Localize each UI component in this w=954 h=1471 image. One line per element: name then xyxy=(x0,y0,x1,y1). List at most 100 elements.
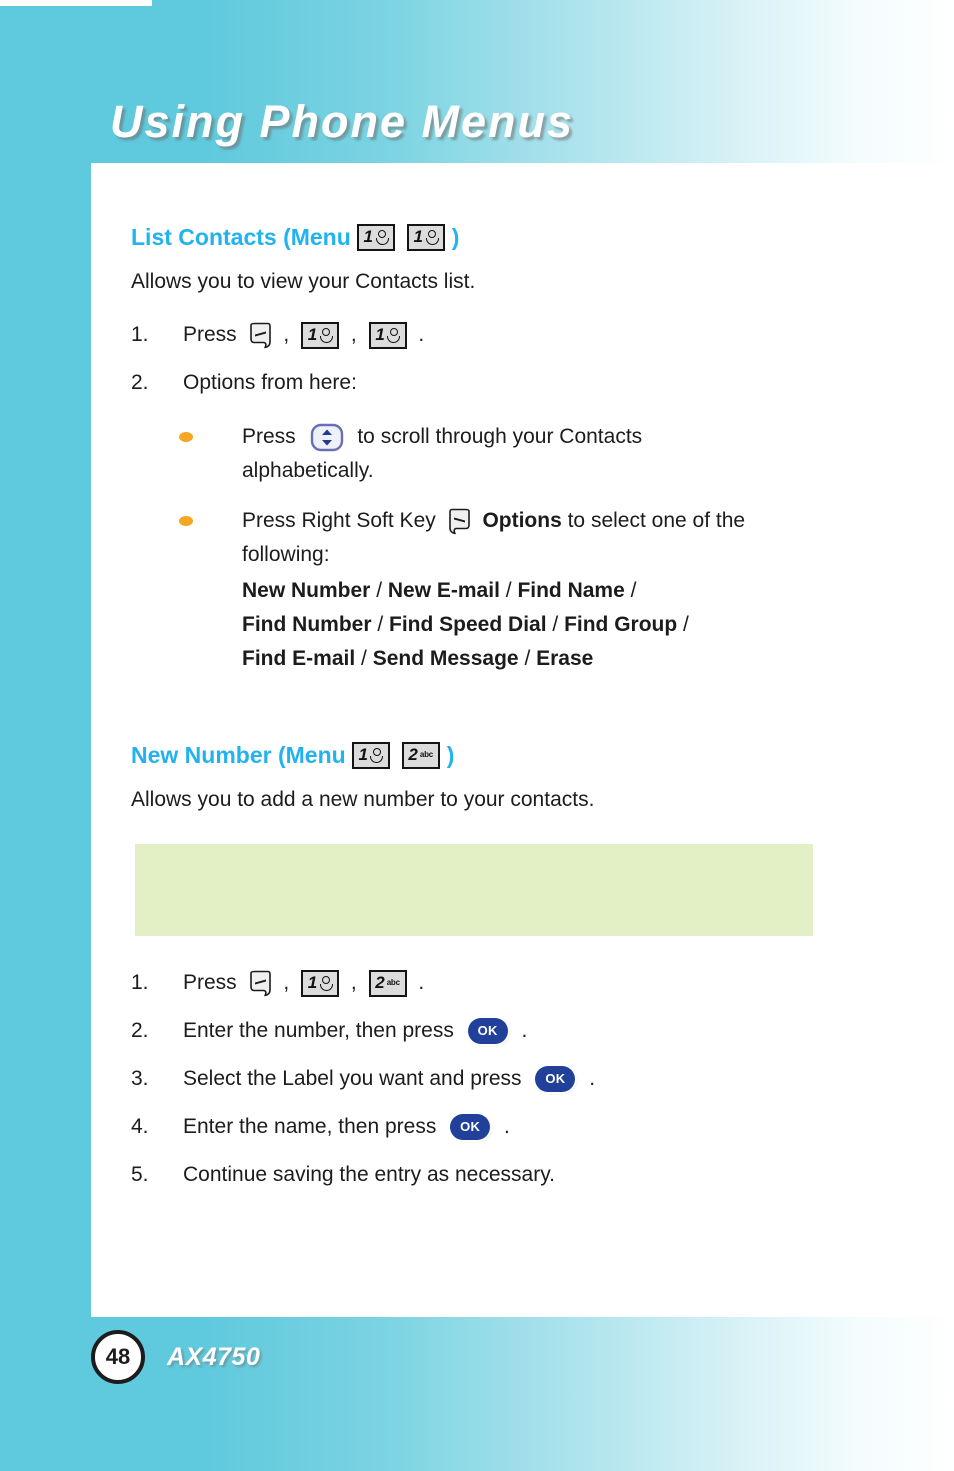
menu-option: New Number xyxy=(242,579,371,602)
numbered-step-list: 1. Press , 1 , 1 . 2. Options from here: xyxy=(131,318,831,400)
numbered-step: 3. Select the Label you want and press OK… xyxy=(131,1062,831,1096)
menu-option: Find Speed Dial xyxy=(389,613,547,636)
section-heading-close-paren: ) xyxy=(446,742,455,768)
menu-option: Find Group xyxy=(564,613,678,636)
step-number: 1. xyxy=(131,323,149,346)
section-heading-text: New Number (Menu xyxy=(131,742,346,768)
keypad-key-1-icon: 1 xyxy=(351,741,390,769)
numbered-step-list: 1. Press , 1 , 2 abc . 2. Enter the number, … xyxy=(131,966,831,1192)
bullet-line: Press to scroll through your Contacts xyxy=(242,420,642,454)
voicemail-glyph-icon xyxy=(387,327,401,343)
keypad-key-1-icon: 1 xyxy=(301,969,340,997)
body-text: Enter the name, then press xyxy=(183,1115,443,1138)
section-heading-close-paren: ) xyxy=(451,224,460,250)
menu-option: New E-mail xyxy=(387,579,500,602)
body-text: Continue saving the entry as necessary. xyxy=(183,1163,555,1186)
voicemail-glyph-icon xyxy=(319,975,333,991)
menu-option: Erase xyxy=(536,647,594,670)
bullet-list: Press to scroll through your Contacts alp… xyxy=(179,420,831,676)
document-body: List Contacts (Menu 1 1) Allows you to view… xyxy=(131,222,831,1206)
menu-options-line: New Number / New E-mail / Find Name / xyxy=(242,574,745,608)
menu-option-separator: / xyxy=(518,647,537,670)
body-text: , xyxy=(345,323,363,346)
keypad-key-1-icon: 1 xyxy=(301,321,340,349)
keypad-key-1-icon: 1 xyxy=(368,321,407,349)
voicemail-glyph-icon xyxy=(370,747,384,763)
menu-options-list: New Number / New E-mail / Find Name / Fi… xyxy=(242,574,745,676)
step-number: 4. xyxy=(131,1115,149,1138)
step-text: Options from here: xyxy=(183,366,357,400)
body-text: Select the Label you want and press xyxy=(183,1067,528,1090)
body-text: Enter the number, then press xyxy=(183,1019,460,1042)
step-text: Press , 1 , 2 abc . xyxy=(183,966,424,1000)
menu-option-separator: / xyxy=(499,579,518,602)
numbered-step: 5. Continue saving the entry as necessary… xyxy=(131,1158,831,1192)
menu-option: Find Name xyxy=(517,579,625,602)
body-text: . xyxy=(412,971,425,994)
note-callout-box xyxy=(135,844,813,936)
body-text: . xyxy=(515,1019,528,1042)
left-soft-key-icon xyxy=(248,322,273,349)
body-text: , xyxy=(277,323,296,346)
step-text: Select the Label you want and press OK . xyxy=(183,1062,595,1096)
keypad-key-1-icon: 1 xyxy=(356,223,395,251)
menu-options-line: Find Number / Find Speed Dial / Find Gro… xyxy=(242,608,745,642)
chapter-title: Using Phone Menus xyxy=(110,96,575,147)
menu-option: Find Number xyxy=(242,613,372,636)
page-footer: 48 AX4750 xyxy=(91,1330,260,1384)
body-text: . xyxy=(412,323,425,346)
body-text: to scroll through your Contacts xyxy=(351,425,643,448)
bullet-continuation-line: alphabetically. xyxy=(242,459,374,482)
bullet-dot-icon xyxy=(179,432,193,442)
section-heading: List Contacts (Menu 1 1) xyxy=(131,222,831,252)
menu-options-line: Find E-mail / Send Message / Erase xyxy=(242,642,745,676)
step-text: Enter the name, then press OK . xyxy=(183,1110,510,1144)
step-text: Press , 1 , 1 . xyxy=(183,318,424,352)
ok-key-icon: OK xyxy=(467,1018,508,1044)
menu-option-separator: / xyxy=(624,579,637,602)
numbered-step: 1. Press , 1 , 1 . xyxy=(131,318,831,352)
numbered-step: 2. Options from here: xyxy=(131,366,831,400)
step-number: 3. xyxy=(131,1067,149,1090)
menu-option-separator: / xyxy=(355,647,373,670)
step-number: 2. xyxy=(131,371,149,394)
keypad-key-1-icon: 1 xyxy=(406,223,445,251)
manual-section: New Number (Menu 1 2 abc) Allows you to add … xyxy=(131,740,831,1192)
page-number-badge: 48 xyxy=(91,1330,145,1384)
numbered-step: 1. Press , 1 , 2 abc . xyxy=(131,966,831,1000)
body-text: Press xyxy=(183,971,243,994)
body-text: . xyxy=(498,1115,510,1138)
bullet-dot-icon xyxy=(179,516,193,526)
body-text: Press xyxy=(183,323,243,346)
section-heading-text: List Contacts (Menu xyxy=(131,224,351,250)
body-text: Options from here: xyxy=(183,371,357,394)
numbered-step: 4. Enter the name, then press OK . xyxy=(131,1110,831,1144)
left-soft-key-icon xyxy=(248,970,273,997)
voicemail-glyph-icon xyxy=(425,229,439,245)
body-text: to select one of the xyxy=(561,509,746,532)
section-intro-text: Allows you to view your Contacts list. xyxy=(131,270,476,293)
step-number: 1. xyxy=(131,971,149,994)
menu-option-separator: / xyxy=(546,613,565,636)
manual-section: List Contacts (Menu 1 1) Allows you to view… xyxy=(131,222,831,676)
bullet-continuation-line: following: xyxy=(242,543,330,566)
menu-option: Find E-mail xyxy=(242,647,356,670)
section-intro-text: Allows you to add a new number to your c… xyxy=(131,788,595,811)
body-text: Press Right Soft Key xyxy=(242,509,442,532)
model-name: AX4750 xyxy=(167,1342,261,1371)
emphasis-text: Options xyxy=(482,509,562,532)
menu-option: Send Message xyxy=(372,647,519,670)
bullet-item: Press Right Soft Key Options to select o… xyxy=(179,504,831,676)
step-number: 2. xyxy=(131,1019,149,1042)
navigation-up-down-key-icon xyxy=(310,423,344,452)
step-text: Continue saving the entry as necessary. xyxy=(183,1158,555,1192)
keypad-key-2-icon: 2 abc xyxy=(401,741,440,769)
bullet-content: Press Right Soft Key Options to select o… xyxy=(242,504,745,676)
ok-key-icon: OK xyxy=(450,1114,491,1140)
body-text: Press xyxy=(242,425,302,448)
keypad-key-2-icon: 2 abc xyxy=(368,969,407,997)
top-left-notch xyxy=(0,0,152,6)
bullet-line: Press Right Soft Key Options to select o… xyxy=(242,504,745,538)
body-text: . xyxy=(583,1067,596,1090)
menu-option-separator: / xyxy=(370,579,388,602)
